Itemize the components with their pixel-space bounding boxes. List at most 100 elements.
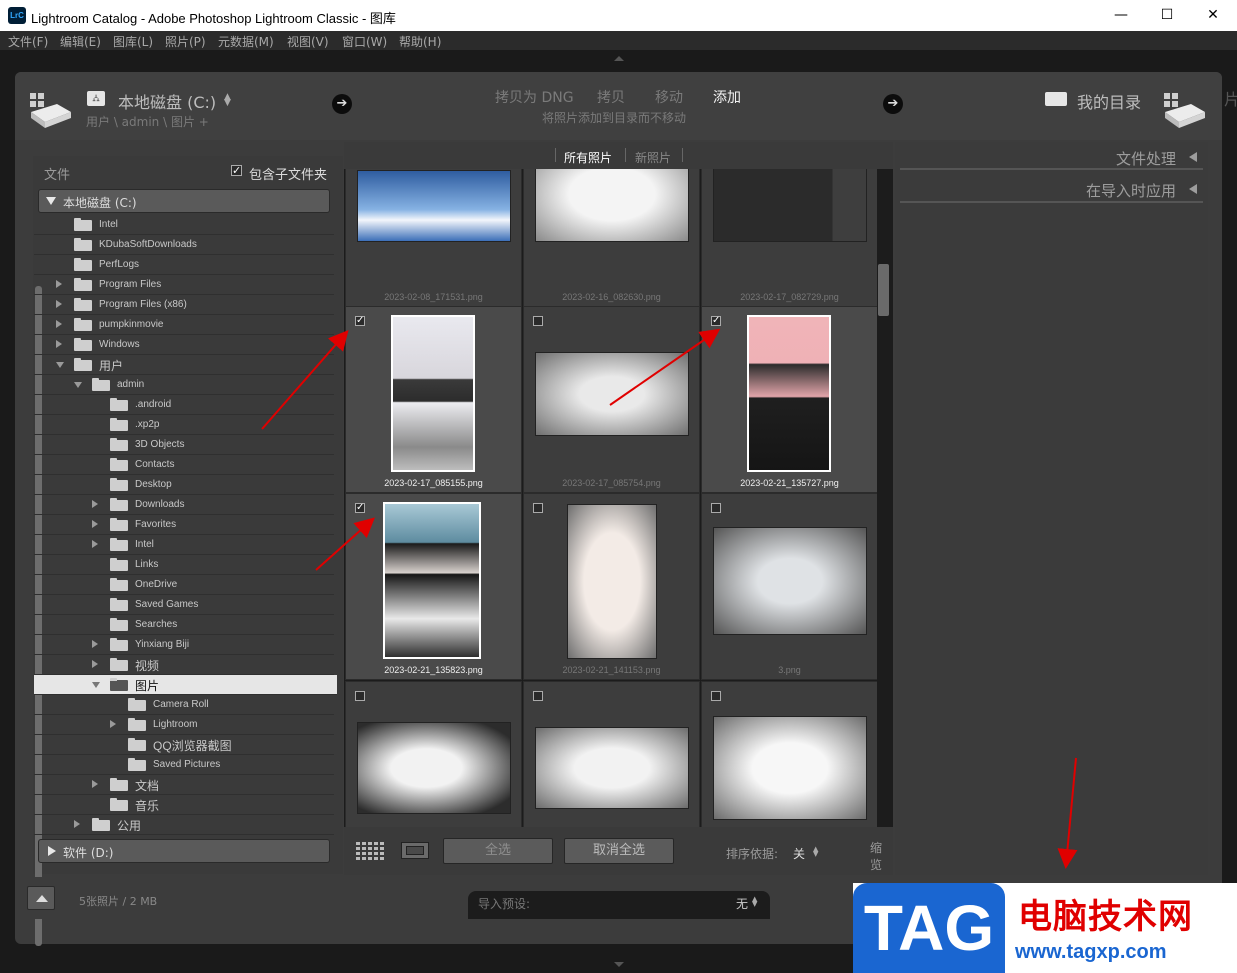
menu-view[interactable]: 视图(V) bbox=[287, 33, 329, 50]
sort-value-dropdown[interactable]: 关 bbox=[793, 845, 805, 862]
collapse-triangle-icon[interactable] bbox=[56, 362, 64, 368]
photo-cell[interactable]: 2023-02-17_085754.png bbox=[523, 306, 700, 493]
grid-scrollbar[interactable] bbox=[878, 264, 889, 316]
photo-thumbnail[interactable] bbox=[535, 352, 689, 436]
volume-c-header[interactable]: 本地磁盘 (C:) bbox=[38, 189, 330, 213]
apply-during-import-header[interactable]: 在导入时应用 bbox=[900, 176, 1203, 203]
grid-view-icon[interactable] bbox=[355, 841, 386, 861]
tree-folder-row[interactable]: pumpkinmovie bbox=[34, 315, 334, 335]
panel-collapse-arrow-bottom[interactable] bbox=[614, 962, 624, 967]
mode-copy-as-dng[interactable]: 拷贝为 DNG bbox=[495, 87, 574, 107]
expand-triangle-icon[interactable] bbox=[92, 780, 98, 788]
photo-cell[interactable]: 2023-02-21_141153.png bbox=[523, 493, 700, 680]
collapse-triangle-icon[interactable] bbox=[74, 382, 82, 388]
mode-move[interactable]: 移动 bbox=[655, 87, 683, 107]
close-button[interactable]: ✕ bbox=[1190, 0, 1236, 31]
photo-checkbox[interactable]: ✓ bbox=[355, 316, 365, 326]
photo-cell[interactable]: ✓ 2023-02-17_085155.png bbox=[345, 306, 522, 493]
tree-folder-row[interactable]: Lightroom bbox=[34, 715, 334, 735]
tree-folder-row[interactable]: Downloads bbox=[34, 495, 334, 515]
photo-thumbnail[interactable] bbox=[713, 169, 867, 242]
expand-triangle-icon[interactable] bbox=[74, 820, 80, 828]
menu-help[interactable]: 帮助(H) bbox=[399, 33, 441, 50]
tree-folder-row[interactable]: 公用 bbox=[34, 815, 334, 835]
tree-folder-row[interactable]: .xp2p bbox=[34, 415, 334, 435]
menu-edit[interactable]: 编辑(E) bbox=[60, 33, 101, 50]
tree-folder-row[interactable]: Saved Pictures bbox=[34, 755, 334, 775]
tree-folder-row[interactable]: 文档 bbox=[34, 775, 334, 795]
uncheck-all-button[interactable]: 取消全选 bbox=[564, 838, 674, 864]
expand-triangle-icon[interactable] bbox=[92, 500, 98, 508]
preset-dropdown-icon[interactable]: ▲ ▼ bbox=[752, 896, 757, 908]
tree-folder-row[interactable]: Favorites bbox=[34, 515, 334, 535]
expand-triangle-icon[interactable] bbox=[56, 340, 62, 348]
collapse-triangle-icon[interactable] bbox=[92, 682, 100, 688]
photo-cell[interactable]: ✓ 2023-02-21_135823.png bbox=[345, 493, 522, 680]
tree-folder-row[interactable]: Desktop bbox=[34, 475, 334, 495]
menu-window[interactable]: 窗口(W) bbox=[342, 33, 387, 50]
menu-library[interactable]: 图库(L) bbox=[113, 33, 153, 50]
photo-cell[interactable]: 3.png bbox=[701, 493, 877, 680]
photo-thumbnail[interactable] bbox=[357, 722, 511, 814]
maximize-button[interactable]: ☐ bbox=[1144, 0, 1190, 31]
photo-thumbnail[interactable] bbox=[383, 502, 481, 659]
photo-thumbnail[interactable] bbox=[567, 504, 657, 659]
photo-cell[interactable] bbox=[523, 681, 700, 827]
tree-folder-row[interactable]: Program Files bbox=[34, 275, 334, 295]
tree-folder-row[interactable]: admin bbox=[34, 375, 334, 395]
photo-cell[interactable]: 2023-02-17_082729.png bbox=[701, 169, 877, 307]
photo-checkbox[interactable] bbox=[533, 691, 543, 701]
tab-all-photos[interactable]: 所有照片 bbox=[564, 149, 612, 166]
tree-folder-row[interactable]: QQ浏览器截图 bbox=[34, 735, 334, 755]
import-preset-value[interactable]: 无 bbox=[736, 895, 748, 912]
sort-dropdown-icon[interactable]: ▲ ▼ bbox=[813, 846, 818, 858]
tree-folder-row[interactable]: PerfLogs bbox=[34, 255, 334, 275]
tree-folder-row[interactable]: 用户 bbox=[34, 355, 334, 375]
panel-collapse-arrow-top[interactable] bbox=[614, 56, 624, 61]
photo-thumbnail[interactable] bbox=[535, 727, 689, 809]
photo-thumbnail[interactable] bbox=[535, 169, 689, 242]
tree-folder-row[interactable]: 音乐 bbox=[34, 795, 334, 815]
tree-folder-row[interactable]: Yinxiang Biji bbox=[34, 635, 334, 655]
minimize-button[interactable]: — bbox=[1098, 0, 1144, 31]
photo-checkbox[interactable] bbox=[711, 691, 721, 701]
tree-folder-row[interactable]: 视频 bbox=[34, 655, 334, 675]
expand-triangle-icon[interactable] bbox=[56, 300, 62, 308]
expand-triangle-icon[interactable] bbox=[92, 660, 98, 668]
photo-checkbox[interactable] bbox=[533, 316, 543, 326]
source-drive-label[interactable]: 本地磁盘 (C:) bbox=[118, 89, 216, 113]
include-subfolders-checkbox[interactable]: ✓ bbox=[231, 165, 242, 176]
tree-folder-row[interactable]: Camera Roll bbox=[34, 695, 334, 715]
photo-cell[interactable]: 2023-02-08_171531.png bbox=[345, 169, 522, 307]
tree-folder-row[interactable]: 图片 bbox=[34, 675, 337, 695]
tree-folder-row[interactable]: .android bbox=[34, 395, 334, 415]
check-all-button[interactable]: 全选 bbox=[443, 838, 553, 864]
expand-triangle-icon[interactable] bbox=[56, 320, 62, 328]
photo-checkbox[interactable] bbox=[355, 691, 365, 701]
photo-cell[interactable]: ✓ 2023-02-21_135727.png bbox=[701, 306, 877, 493]
tree-folder-row[interactable]: Intel bbox=[34, 215, 334, 235]
expand-triangle-icon[interactable] bbox=[92, 540, 98, 548]
collapse-panel-button[interactable] bbox=[27, 886, 55, 910]
photo-thumbnail[interactable] bbox=[713, 527, 867, 635]
photo-thumbnail[interactable] bbox=[357, 170, 511, 242]
tree-folder-row[interactable]: Program Files (x86) bbox=[34, 295, 334, 315]
tree-folder-row[interactable]: 3D Objects bbox=[34, 435, 334, 455]
photo-thumbnail[interactable] bbox=[391, 315, 475, 472]
photo-checkbox[interactable]: ✓ bbox=[355, 503, 365, 513]
photo-cell[interactable] bbox=[701, 681, 877, 827]
tab-new-photos[interactable]: 新照片 bbox=[635, 149, 671, 166]
expand-triangle-icon[interactable] bbox=[92, 640, 98, 648]
photo-thumbnail[interactable] bbox=[747, 315, 831, 472]
photo-checkbox[interactable]: ✓ bbox=[711, 316, 721, 326]
mode-add[interactable]: 添加 bbox=[713, 87, 741, 107]
menu-photo[interactable]: 照片(P) bbox=[165, 33, 206, 50]
tree-folder-row[interactable]: Contacts bbox=[34, 455, 334, 475]
tree-folder-row[interactable]: Windows bbox=[34, 335, 334, 355]
photo-thumbnail[interactable] bbox=[713, 716, 867, 820]
expand-triangle-icon[interactable] bbox=[92, 520, 98, 528]
photo-checkbox[interactable] bbox=[533, 503, 543, 513]
mode-copy[interactable]: 拷贝 bbox=[597, 87, 625, 107]
menu-file[interactable]: 文件(F) bbox=[8, 33, 48, 50]
destination-label[interactable]: 我的目录 bbox=[1077, 89, 1141, 113]
